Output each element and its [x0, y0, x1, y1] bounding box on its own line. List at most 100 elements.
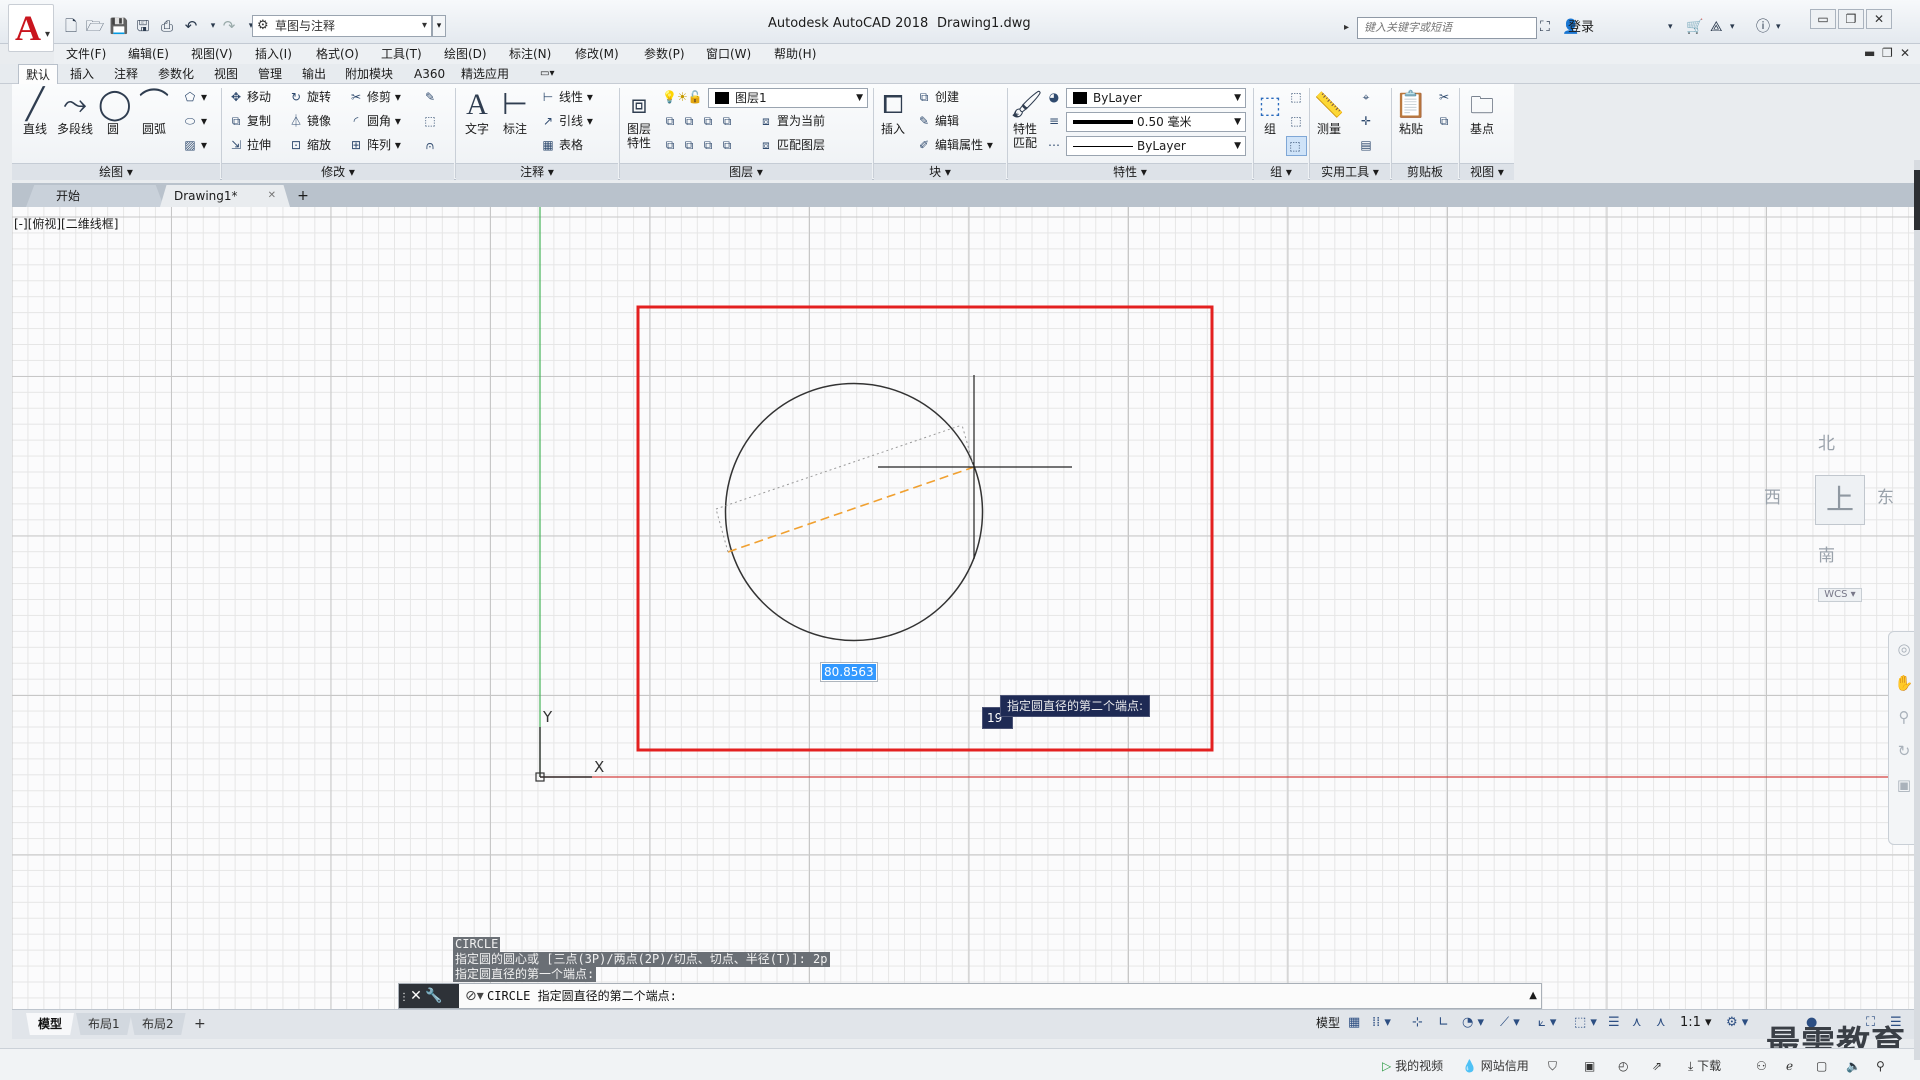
polyline-button[interactable]: ⤳ 多段线: [54, 88, 96, 137]
hatch-icon[interactable]: ▨ ▾: [182, 136, 207, 154]
polygon-icon[interactable]: ⬠ ▾: [182, 88, 207, 106]
my-video-button[interactable]: ▷ 我的视频: [1382, 1057, 1443, 1075]
color-dropdown[interactable]: ByLayer ▼: [1066, 88, 1246, 108]
tab-home[interactable]: 默认: [18, 64, 59, 85]
line-button[interactable]: ╱ 直线: [18, 88, 52, 137]
zoom-icon[interactable]: ⚲: [1889, 700, 1914, 734]
close-icon[interactable]: ✕: [407, 984, 425, 1008]
tab-output[interactable]: 输出: [302, 64, 326, 84]
menu-file[interactable]: 文件(F): [66, 44, 106, 64]
settings-gear-icon[interactable]: ⚙ ▾: [1726, 1012, 1748, 1034]
quick-access-customize-button[interactable]: ▾: [432, 15, 446, 37]
viewcube-west[interactable]: 西: [1764, 483, 1781, 508]
pan-icon[interactable]: ✋: [1889, 666, 1914, 700]
viewcube-east[interactable]: 东: [1877, 483, 1894, 508]
osnap-tracking-icon[interactable]: ⟋ ▾: [1500, 1012, 1520, 1034]
close-button[interactable]: ✕: [1866, 9, 1892, 29]
measure-button[interactable]: 📏 测量: [1312, 88, 1346, 136]
chevron-down-icon[interactable]: ▾: [1668, 16, 1673, 38]
group-edit-icon[interactable]: ⬚: [1288, 112, 1307, 130]
a360-icon[interactable]: ⟁: [1710, 16, 1723, 38]
menu-draw[interactable]: 绘图(D): [444, 44, 487, 64]
window-icon[interactable]: ▢: [1816, 1057, 1827, 1075]
tab-addins[interactable]: 附加模块: [345, 64, 393, 84]
group-button[interactable]: ⬚ 组: [1256, 88, 1284, 136]
viewcube-top-face[interactable]: 上: [1815, 475, 1865, 525]
model-space-button[interactable]: 模型: [1316, 1012, 1340, 1034]
tab-layout1[interactable]: 布局1: [76, 1013, 132, 1035]
menu-window[interactable]: 窗口(W): [706, 44, 751, 64]
tab-drawing1[interactable]: Drawing1* ✕: [160, 185, 290, 207]
explode-icon[interactable]: ⬚: [422, 112, 441, 130]
draw-panel-title[interactable]: 绘图 ▾: [12, 163, 220, 180]
scale-button[interactable]: ⊡ 缩放: [288, 136, 331, 154]
close-tab-icon[interactable]: ✕: [268, 185, 276, 207]
annotation-panel-title[interactable]: 注释 ▾: [456, 163, 618, 180]
menu-view[interactable]: 视图(V): [191, 44, 233, 64]
modify-panel-title[interactable]: 修改 ▾: [222, 163, 454, 180]
table-button[interactable]: ▦ 表格: [540, 136, 583, 154]
add-layout-icon[interactable]: +: [182, 1013, 218, 1035]
lineweight-icon[interactable]: ≡: [1046, 112, 1065, 130]
block-panel-title[interactable]: 块 ▾: [874, 163, 1006, 180]
linear-dim-button[interactable]: ⊢ 线性 ▾: [540, 88, 593, 106]
point-icon[interactable]: ✛: [1358, 112, 1377, 130]
layer-properties-button[interactable]: ⧈ 图层 特性: [622, 88, 656, 150]
speed-icon[interactable]: ◴: [1618, 1057, 1628, 1075]
erase-icon[interactable]: ✎: [422, 88, 441, 106]
wrench-icon[interactable]: 🔧: [425, 984, 443, 1008]
dynamic-ucs-icon[interactable]: ⬚ ▾: [1574, 1012, 1597, 1034]
wcs-dropdown[interactable]: WCS ▾: [1818, 588, 1862, 602]
dimension-button[interactable]: ⊢ 标注: [498, 88, 532, 137]
circle-button[interactable]: ◯ 圆: [98, 88, 132, 137]
rotate-button[interactable]: ↻ 旋转: [288, 88, 331, 106]
tab-model[interactable]: 模型: [26, 1013, 75, 1035]
base-view-button[interactable]: 🗀 基点: [1464, 88, 1500, 136]
restore-button[interactable]: ❐: [1838, 9, 1864, 29]
polar-icon[interactable]: ◔ ▾: [1462, 1012, 1484, 1034]
login-button[interactable]: 登录: [1568, 17, 1594, 39]
paste-button[interactable]: 📋 粘贴: [1394, 88, 1428, 136]
redo-icon[interactable]: ↷: [218, 16, 240, 36]
edit-attributes-button[interactable]: ✐ 编辑属性 ▾: [916, 136, 993, 154]
binoculars-icon[interactable]: ⛶: [1540, 16, 1550, 38]
clipboard-panel-title[interactable]: 剪贴板: [1392, 163, 1458, 180]
edit-block-button[interactable]: ✎ 编辑: [916, 112, 959, 130]
workspace-selector[interactable]: ⚙ 草图与注释 ▾: [252, 15, 432, 37]
menu-tools[interactable]: 工具(T): [381, 44, 422, 64]
offset-icon[interactable]: ⩀: [422, 136, 441, 154]
view-panel-title[interactable]: 视图 ▾: [1460, 163, 1514, 180]
browser-icon[interactable]: ℯ: [1786, 1057, 1793, 1075]
site-credit-button[interactable]: 💧 网站信用: [1462, 1057, 1529, 1075]
chevron-down-icon[interactable]: ▾: [1730, 16, 1735, 38]
search-input[interactable]: 键入关键字或短语: [1357, 17, 1537, 39]
trim-button[interactable]: ✂ 修剪 ▾: [348, 88, 401, 106]
tab-view[interactable]: 视图: [214, 64, 238, 84]
linetype-dropdown[interactable]: ByLayer ▼: [1066, 136, 1246, 156]
linetype-icon[interactable]: ⋯: [1046, 136, 1065, 154]
zoom-tray-icon[interactable]: ⚲: [1876, 1057, 1885, 1075]
copy-clip-icon[interactable]: ⧉: [1436, 112, 1455, 130]
save-as-icon[interactable]: 🖫: [132, 16, 154, 36]
tab-a360[interactable]: A360: [414, 64, 445, 84]
grid-icon[interactable]: ▦: [1348, 1012, 1360, 1034]
snap-icon[interactable]: ⁞⁞ ▾: [1372, 1012, 1391, 1034]
group-select-icon[interactable]: ⬚: [1286, 136, 1307, 156]
print-icon[interactable]: ⎙: [156, 16, 178, 36]
showmotion-icon[interactable]: ▣: [1889, 768, 1914, 802]
text-button[interactable]: A 文字: [460, 88, 494, 136]
menu-dimension[interactable]: 标注(N): [509, 44, 551, 64]
cut-icon[interactable]: ✂: [1436, 88, 1455, 106]
match-layer-button[interactable]: ⧈ 匹配图层: [758, 136, 825, 154]
viewcube-north[interactable]: 北: [1818, 429, 1835, 454]
tray-icon[interactable]: ⚇: [1756, 1057, 1767, 1075]
steering-wheel-icon[interactable]: ◎: [1889, 632, 1914, 666]
search-expand-icon[interactable]: ▸: [1344, 18, 1356, 38]
groups-panel-title[interactable]: 组 ▾: [1254, 163, 1308, 180]
annotation-visibility-icon[interactable]: ⋏: [1632, 1012, 1642, 1034]
minimize-button[interactable]: ▭: [1810, 9, 1836, 29]
volume-icon[interactable]: 🔈: [1846, 1057, 1861, 1075]
right-edge-scrollbar[interactable]: [1914, 160, 1920, 1060]
ortho-icon[interactable]: ∟: [1438, 1012, 1449, 1034]
infer-constraints-icon[interactable]: ⊹: [1412, 1012, 1423, 1034]
